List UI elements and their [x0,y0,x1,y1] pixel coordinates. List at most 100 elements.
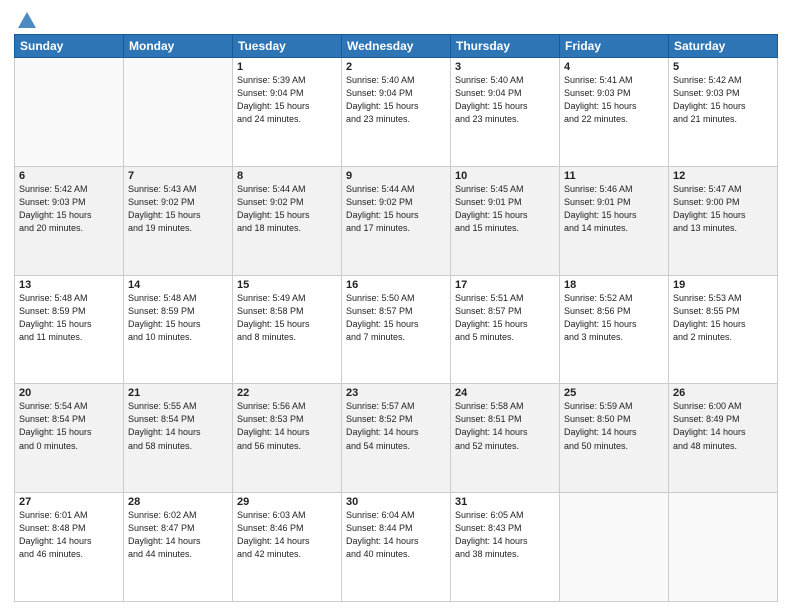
weekday-header: Friday [560,35,669,58]
calendar-cell: 12Sunrise: 5:47 AM Sunset: 9:00 PM Dayli… [669,166,778,275]
calendar-cell: 20Sunrise: 5:54 AM Sunset: 8:54 PM Dayli… [15,384,124,493]
day-info: Sunrise: 5:40 AM Sunset: 9:04 PM Dayligh… [346,74,446,126]
calendar-week-row: 27Sunrise: 6:01 AM Sunset: 8:48 PM Dayli… [15,493,778,602]
day-info: Sunrise: 5:43 AM Sunset: 9:02 PM Dayligh… [128,183,228,235]
day-number: 27 [19,496,119,508]
calendar-cell: 29Sunrise: 6:03 AM Sunset: 8:46 PM Dayli… [233,493,342,602]
calendar-cell: 7Sunrise: 5:43 AM Sunset: 9:02 PM Daylig… [124,166,233,275]
day-number: 25 [564,387,664,399]
calendar-cell: 24Sunrise: 5:58 AM Sunset: 8:51 PM Dayli… [451,384,560,493]
day-number: 24 [455,387,555,399]
calendar-cell: 6Sunrise: 5:42 AM Sunset: 9:03 PM Daylig… [15,166,124,275]
day-info: Sunrise: 5:45 AM Sunset: 9:01 PM Dayligh… [455,183,555,235]
day-number: 22 [237,387,337,399]
calendar-cell [669,493,778,602]
day-info: Sunrise: 6:00 AM Sunset: 8:49 PM Dayligh… [673,400,773,452]
calendar-cell: 21Sunrise: 5:55 AM Sunset: 8:54 PM Dayli… [124,384,233,493]
day-info: Sunrise: 5:40 AM Sunset: 9:04 PM Dayligh… [455,74,555,126]
calendar-body: 1Sunrise: 5:39 AM Sunset: 9:04 PM Daylig… [15,58,778,602]
calendar-cell: 30Sunrise: 6:04 AM Sunset: 8:44 PM Dayli… [342,493,451,602]
day-number: 3 [455,61,555,73]
day-info: Sunrise: 5:50 AM Sunset: 8:57 PM Dayligh… [346,292,446,344]
day-number: 10 [455,170,555,182]
day-info: Sunrise: 5:51 AM Sunset: 8:57 PM Dayligh… [455,292,555,344]
day-number: 12 [673,170,773,182]
day-number: 15 [237,279,337,291]
calendar: SundayMondayTuesdayWednesdayThursdayFrid… [14,34,778,602]
day-info: Sunrise: 5:44 AM Sunset: 9:02 PM Dayligh… [346,183,446,235]
day-number: 23 [346,387,446,399]
calendar-cell: 31Sunrise: 6:05 AM Sunset: 8:43 PM Dayli… [451,493,560,602]
day-info: Sunrise: 5:54 AM Sunset: 8:54 PM Dayligh… [19,400,119,452]
day-number: 31 [455,496,555,508]
calendar-week-row: 13Sunrise: 5:48 AM Sunset: 8:59 PM Dayli… [15,275,778,384]
calendar-cell: 27Sunrise: 6:01 AM Sunset: 8:48 PM Dayli… [15,493,124,602]
calendar-cell: 28Sunrise: 6:02 AM Sunset: 8:47 PM Dayli… [124,493,233,602]
day-info: Sunrise: 5:59 AM Sunset: 8:50 PM Dayligh… [564,400,664,452]
day-info: Sunrise: 5:55 AM Sunset: 8:54 PM Dayligh… [128,400,228,452]
calendar-cell: 11Sunrise: 5:46 AM Sunset: 9:01 PM Dayli… [560,166,669,275]
calendar-week-row: 20Sunrise: 5:54 AM Sunset: 8:54 PM Dayli… [15,384,778,493]
day-number: 1 [237,61,337,73]
day-info: Sunrise: 5:58 AM Sunset: 8:51 PM Dayligh… [455,400,555,452]
day-number: 17 [455,279,555,291]
day-number: 6 [19,170,119,182]
day-info: Sunrise: 6:01 AM Sunset: 8:48 PM Dayligh… [19,509,119,561]
day-number: 30 [346,496,446,508]
calendar-cell: 2Sunrise: 5:40 AM Sunset: 9:04 PM Daylig… [342,58,451,167]
calendar-week-row: 6Sunrise: 5:42 AM Sunset: 9:03 PM Daylig… [15,166,778,275]
weekday-header: Monday [124,35,233,58]
logo-icon [16,10,38,32]
day-number: 4 [564,61,664,73]
day-number: 21 [128,387,228,399]
calendar-cell: 4Sunrise: 5:41 AM Sunset: 9:03 PM Daylig… [560,58,669,167]
day-info: Sunrise: 5:44 AM Sunset: 9:02 PM Dayligh… [237,183,337,235]
day-number: 2 [346,61,446,73]
calendar-cell: 18Sunrise: 5:52 AM Sunset: 8:56 PM Dayli… [560,275,669,384]
day-info: Sunrise: 5:48 AM Sunset: 8:59 PM Dayligh… [19,292,119,344]
calendar-cell: 3Sunrise: 5:40 AM Sunset: 9:04 PM Daylig… [451,58,560,167]
weekday-header: Wednesday [342,35,451,58]
day-info: Sunrise: 5:49 AM Sunset: 8:58 PM Dayligh… [237,292,337,344]
calendar-cell: 17Sunrise: 5:51 AM Sunset: 8:57 PM Dayli… [451,275,560,384]
calendar-cell: 22Sunrise: 5:56 AM Sunset: 8:53 PM Dayli… [233,384,342,493]
calendar-cell: 14Sunrise: 5:48 AM Sunset: 8:59 PM Dayli… [124,275,233,384]
day-info: Sunrise: 5:52 AM Sunset: 8:56 PM Dayligh… [564,292,664,344]
calendar-cell [124,58,233,167]
page: SundayMondayTuesdayWednesdayThursdayFrid… [0,0,792,612]
day-info: Sunrise: 6:04 AM Sunset: 8:44 PM Dayligh… [346,509,446,561]
day-info: Sunrise: 5:47 AM Sunset: 9:00 PM Dayligh… [673,183,773,235]
day-number: 18 [564,279,664,291]
calendar-cell: 1Sunrise: 5:39 AM Sunset: 9:04 PM Daylig… [233,58,342,167]
day-number: 26 [673,387,773,399]
day-number: 13 [19,279,119,291]
day-number: 20 [19,387,119,399]
day-number: 14 [128,279,228,291]
day-info: Sunrise: 5:48 AM Sunset: 8:59 PM Dayligh… [128,292,228,344]
day-info: Sunrise: 5:39 AM Sunset: 9:04 PM Dayligh… [237,74,337,126]
day-info: Sunrise: 5:42 AM Sunset: 9:03 PM Dayligh… [673,74,773,126]
day-info: Sunrise: 5:41 AM Sunset: 9:03 PM Dayligh… [564,74,664,126]
day-info: Sunrise: 5:42 AM Sunset: 9:03 PM Dayligh… [19,183,119,235]
day-number: 5 [673,61,773,73]
calendar-cell [15,58,124,167]
logo [14,10,38,28]
day-number: 29 [237,496,337,508]
calendar-cell: 5Sunrise: 5:42 AM Sunset: 9:03 PM Daylig… [669,58,778,167]
calendar-cell: 9Sunrise: 5:44 AM Sunset: 9:02 PM Daylig… [342,166,451,275]
calendar-cell: 8Sunrise: 5:44 AM Sunset: 9:02 PM Daylig… [233,166,342,275]
calendar-cell: 19Sunrise: 5:53 AM Sunset: 8:55 PM Dayli… [669,275,778,384]
day-number: 8 [237,170,337,182]
day-info: Sunrise: 5:57 AM Sunset: 8:52 PM Dayligh… [346,400,446,452]
day-info: Sunrise: 6:02 AM Sunset: 8:47 PM Dayligh… [128,509,228,561]
header [14,10,778,28]
day-number: 7 [128,170,228,182]
calendar-header: SundayMondayTuesdayWednesdayThursdayFrid… [15,35,778,58]
calendar-cell: 26Sunrise: 6:00 AM Sunset: 8:49 PM Dayli… [669,384,778,493]
calendar-cell: 15Sunrise: 5:49 AM Sunset: 8:58 PM Dayli… [233,275,342,384]
day-number: 11 [564,170,664,182]
day-number: 16 [346,279,446,291]
weekday-header: Tuesday [233,35,342,58]
calendar-cell: 23Sunrise: 5:57 AM Sunset: 8:52 PM Dayli… [342,384,451,493]
day-info: Sunrise: 5:53 AM Sunset: 8:55 PM Dayligh… [673,292,773,344]
